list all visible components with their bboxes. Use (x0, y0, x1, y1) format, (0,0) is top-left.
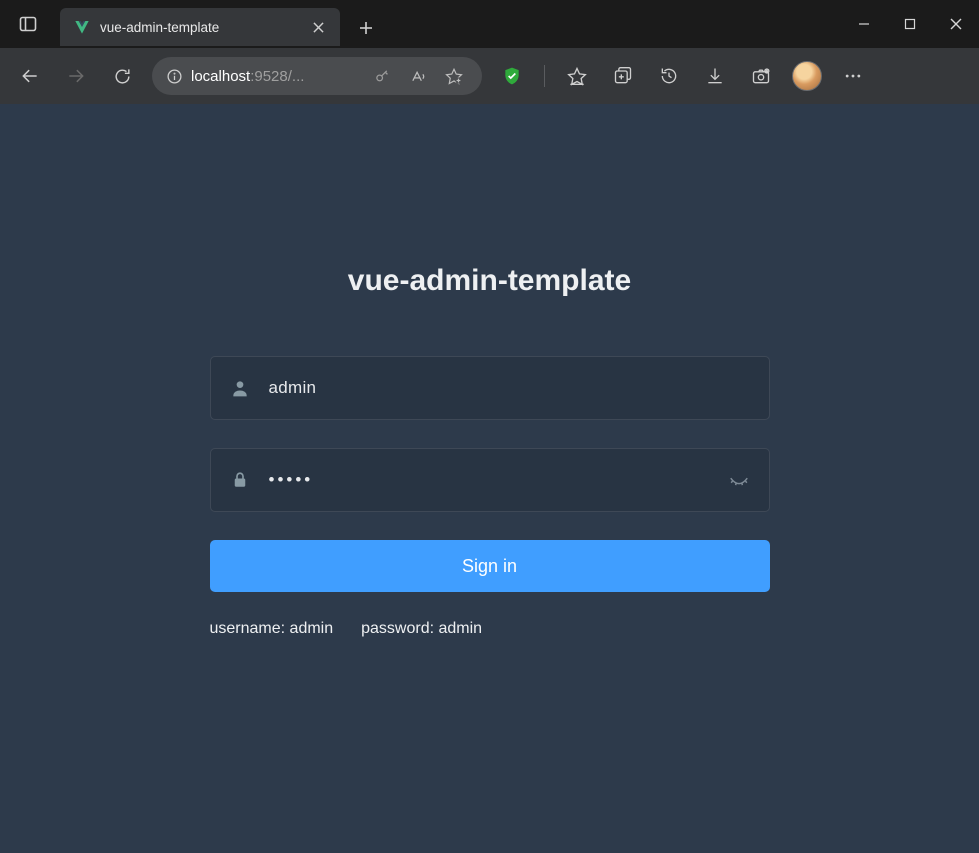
window-minimize-button[interactable] (841, 4, 887, 44)
password-field[interactable] (210, 448, 770, 512)
page-content: vue-admin-template (0, 104, 979, 853)
url-host: localhost (191, 68, 250, 85)
username-input[interactable] (269, 378, 751, 398)
browser-tab[interactable]: vue-admin-template (60, 8, 340, 46)
address-url: localhost:9528/... (191, 68, 304, 85)
new-tab-button[interactable] (350, 12, 382, 44)
login-title: vue-admin-template (210, 264, 770, 298)
collections-icon[interactable] (603, 56, 643, 96)
profile-avatar[interactable] (787, 56, 827, 96)
hint-password: password: admin (361, 620, 482, 638)
more-menu-icon[interactable] (833, 56, 873, 96)
extension-shield-icon[interactable] (492, 56, 532, 96)
screenshot-icon[interactable] (741, 56, 781, 96)
lock-icon (229, 471, 251, 489)
nav-forward-button[interactable] (56, 56, 96, 96)
downloads-icon[interactable] (695, 56, 735, 96)
username-field[interactable] (210, 356, 770, 420)
browser-chrome: vue-admin-template (0, 0, 979, 104)
titlebar: vue-admin-template (0, 0, 979, 48)
hint-username: username: admin (210, 620, 334, 638)
sign-in-button[interactable]: Sign in (210, 540, 770, 592)
site-info-icon[interactable] (166, 68, 183, 85)
nav-refresh-button[interactable] (102, 56, 142, 96)
url-rest: :9528/... (250, 68, 304, 85)
window-maximize-button[interactable] (887, 4, 933, 44)
address-bar[interactable]: localhost:9528/... (152, 57, 482, 95)
tab-title: vue-admin-template (100, 20, 300, 35)
vue-favicon-icon (74, 19, 90, 35)
window-close-button[interactable] (933, 4, 979, 44)
window-controls (841, 4, 979, 44)
eye-closed-icon[interactable] (727, 469, 751, 491)
favorite-star-icon[interactable] (440, 62, 468, 90)
sidebar-panel-toggle[interactable] (8, 4, 48, 44)
login-hints: username: admin password: admin (210, 620, 770, 638)
user-icon (229, 378, 251, 398)
nav-back-button[interactable] (10, 56, 50, 96)
password-key-icon[interactable] (368, 62, 396, 90)
history-icon[interactable] (649, 56, 689, 96)
favorites-list-icon[interactable] (557, 56, 597, 96)
toolbar-separator (544, 65, 545, 87)
login-form: vue-admin-template (210, 104, 770, 638)
tab-close-icon[interactable] (310, 19, 326, 35)
browser-toolbar: localhost:9528/... (0, 48, 979, 104)
read-aloud-icon[interactable] (404, 62, 432, 90)
password-input[interactable] (269, 470, 727, 490)
